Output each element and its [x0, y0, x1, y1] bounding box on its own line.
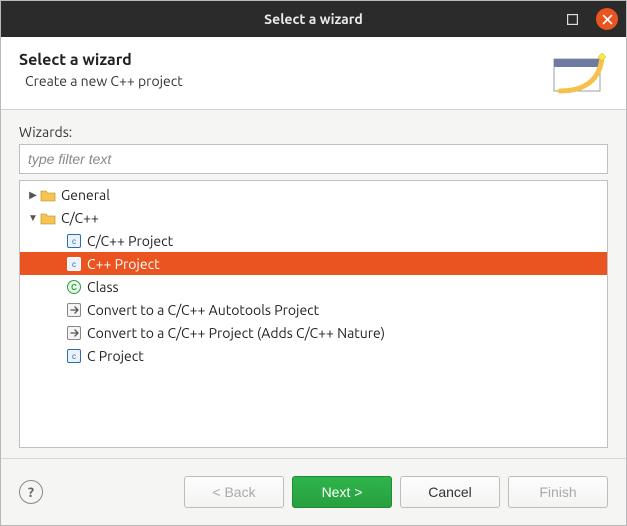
wizard-banner-icon [552, 51, 608, 95]
folder-icon [40, 187, 56, 203]
tree-item-general[interactable]: ▶ General [20, 183, 607, 206]
svg-text:c: c [72, 352, 76, 361]
dialog-window: Select a wizard Select a wizard Create a… [0, 0, 627, 526]
class-icon: C [66, 279, 82, 295]
expand-icon[interactable]: ▶ [26, 189, 40, 201]
content-area: Wizards: ▶ General▼ C/C++ c C/C++ Projec… [1, 110, 626, 458]
tree-item-label: C/C++ Project [86, 233, 173, 249]
wizard-tree[interactable]: ▶ General▼ C/C++ c C/C++ Project c C++ P… [19, 180, 608, 448]
next-button[interactable]: Next > [292, 476, 392, 508]
convert-icon [66, 325, 82, 341]
tree-item-label: C Project [86, 348, 144, 364]
finish-button[interactable]: Finish [508, 476, 608, 508]
svg-text:c: c [72, 260, 76, 269]
svg-text:C: C [71, 283, 77, 292]
tree-item-cpp-project[interactable]: c C++ Project [20, 252, 607, 275]
tree-item-ccpp-project[interactable]: c C/C++ Project [20, 229, 607, 252]
tree-item-label: Convert to a C/C++ Project (Adds C/C++ N… [86, 325, 385, 341]
cancel-button[interactable]: Cancel [400, 476, 500, 508]
tree-item-c-project[interactable]: c C Project [20, 344, 607, 367]
back-button[interactable]: < Back [184, 476, 284, 508]
maximize-button[interactable] [562, 9, 582, 29]
folder-icon [40, 210, 56, 226]
tree-item-class[interactable]: C Class [20, 275, 607, 298]
close-button[interactable] [596, 8, 618, 30]
filter-input[interactable] [19, 144, 608, 174]
tree-item-conv-autotools[interactable]: Convert to a C/C++ Autotools Project [20, 298, 607, 321]
tree-item-conv-cnature[interactable]: Convert to a C/C++ Project (Adds C/C++ N… [20, 321, 607, 344]
close-icon [602, 14, 613, 25]
project-icon: c [66, 348, 82, 364]
help-button[interactable]: ? [19, 480, 43, 504]
help-icon: ? [28, 484, 34, 500]
tree-item-label: General [60, 187, 110, 203]
svg-text:c: c [72, 237, 76, 246]
tree-item-label: Class [86, 279, 119, 295]
window-title: Select a wizard [264, 11, 363, 27]
convert-icon [66, 302, 82, 318]
tree-item-label: Convert to a C/C++ Autotools Project [86, 302, 319, 318]
banner: Select a wizard Create a new C++ project [1, 37, 626, 110]
banner-subtitle: Create a new C++ project [25, 73, 183, 89]
collapse-icon[interactable]: ▼ [26, 212, 40, 224]
banner-text: Select a wizard Create a new C++ project [19, 51, 183, 89]
tree-item-label: C/C++ [60, 210, 99, 226]
tree-item-label: C++ Project [86, 256, 160, 272]
maximize-icon [567, 14, 578, 25]
banner-heading: Select a wizard [19, 51, 183, 69]
project-icon: c [66, 256, 82, 272]
tree-item-ccpp[interactable]: ▼ C/C++ [20, 206, 607, 229]
titlebar: Select a wizard [1, 1, 626, 37]
project-icon: c [66, 233, 82, 249]
window-controls [562, 1, 618, 37]
footer: ? < Back Next > Cancel Finish [1, 458, 626, 525]
wizards-label: Wizards: [19, 124, 608, 140]
